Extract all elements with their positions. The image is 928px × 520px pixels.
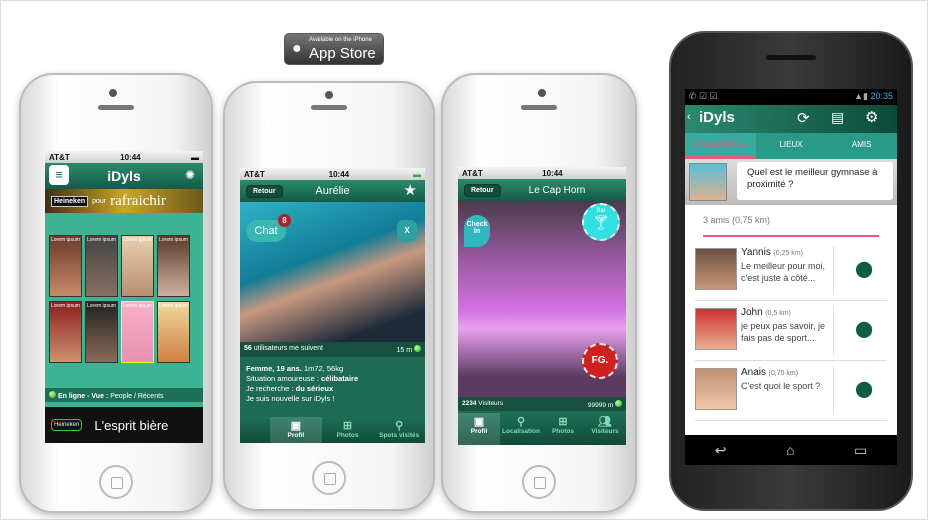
check-in-button[interactable]: Check In [464, 215, 490, 247]
battery-icon: ▬ [412, 169, 421, 179]
location-pin-icon[interactable]: ⬤ [855, 259, 873, 279]
people-icon: 👥︎ [598, 416, 612, 428]
list-item[interactable]: Anais (0,75 km) C'est quoi le sport ? ⬤ [695, 361, 887, 421]
spinner-icon: ✺ [184, 168, 195, 182]
profile-tile[interactable]: Lorem ipsum [85, 301, 118, 363]
question-avatar [689, 163, 727, 201]
badge-small-text: Available on the iPhone [309, 37, 372, 43]
app-store-badge[interactable]: ● Available on the iPhone App Store [284, 33, 384, 65]
screen-profile: AT&T 10:44 ▬ Retour Aurélie ★ Chat 8 X 56 … [240, 168, 425, 443]
home-button[interactable] [312, 461, 346, 495]
profile-tile[interactable]: Lorem ipsum [85, 235, 118, 297]
screen-venue: AT&T 10:44 Retour Le Cap Horn Check In Ba… [458, 167, 626, 445]
battery-icon: ▬ [190, 152, 199, 162]
home-button[interactable] [99, 465, 133, 499]
profile-tile[interactable]: Lorem ipsum [121, 235, 154, 297]
gear-icon[interactable]: ⚙ [865, 108, 878, 126]
profile-tile[interactable]: Lorem ipsum [121, 301, 154, 363]
tab-localisation[interactable]: ⚲ Localisation [500, 413, 542, 445]
status-icons: ✆ ☑ ☑ [689, 91, 718, 101]
banner-brand: Heineken [51, 195, 89, 207]
android-recents-icon[interactable]: ▭ [854, 442, 867, 459]
distance: 15 m [396, 347, 413, 354]
banner-word: rafraichir [110, 192, 166, 209]
menu-icon[interactable]: ≡ [49, 165, 69, 185]
grid-icon: ⊞ [558, 416, 568, 428]
tab-profil[interactable]: ▣ Profil [458, 413, 500, 445]
friends-count: 3 amis (0,75 km) [703, 215, 879, 237]
online-dot-icon [615, 400, 622, 407]
star-icon[interactable]: ★ [404, 181, 417, 199]
banner-pour: pour [92, 197, 107, 205]
tab-lieux[interactable]: LIEUX [756, 133, 827, 159]
id-card-icon: ▣ [290, 420, 302, 432]
tab-photos[interactable]: ⊞ Photos [542, 413, 584, 445]
grid-icon: ⊞ [342, 420, 353, 432]
screen-friends: ✆ ☑ ☑ ▲▮ 20:35 ‹ iDyls ⟳ ▤ ⚙ PERSONNES L… [685, 89, 897, 435]
tab-photos[interactable]: ⊞ Photos [322, 417, 374, 443]
online-dot-icon [414, 345, 421, 352]
question-bubble: Quel est le meilleur gymnase à proximité… [737, 162, 893, 200]
view-status: En ligne - Vue : People / Récents [45, 388, 203, 402]
heineken-banner[interactable]: Heineken pour rafraichir [45, 189, 203, 213]
location-pin-icon[interactable]: ⬤ [855, 379, 873, 399]
pin-icon: ⚲ [516, 416, 526, 428]
iphone-profile: AT&T 10:44 ▬ Retour Aurélie ★ Chat 8 X 56 … [223, 81, 435, 511]
clock: 10:44 [120, 152, 141, 162]
avatar [695, 368, 737, 410]
cocktail-icon: 🍸︎ [592, 214, 610, 230]
android-phone: ✆ ☑ ☑ ▲▮ 20:35 ‹ iDyls ⟳ ▤ ⚙ PERSONNES L… [669, 31, 913, 511]
home-button[interactable] [522, 465, 556, 499]
back-button[interactable]: Retour [246, 184, 283, 198]
screen-home: AT&T 10:44 ▬ ≡ iDyls ✺ Heineken pour rafra… [45, 151, 203, 443]
avatar [695, 248, 737, 290]
online-dot-icon [49, 391, 56, 398]
chat-badge: 8 [278, 214, 291, 227]
tab-profil[interactable]: ▣ Profil [270, 417, 322, 443]
tab-visiteurs[interactable]: 👥︎ Visiteurs [584, 413, 626, 445]
clock: 20:35 [870, 91, 893, 101]
carrier: AT&T [49, 152, 70, 162]
badge-big-text: App Store [309, 45, 376, 62]
tab-personnes[interactable]: PERSONNES [685, 133, 756, 159]
apple-icon: ● [292, 40, 302, 57]
back-icon[interactable]: ‹ [687, 111, 691, 123]
fg-badge: FG. [582, 343, 618, 379]
pin-icon: ⚲ [395, 420, 404, 432]
list-item[interactable]: Yannis (0,25 km) Le meilleur pour moi, c'… [695, 241, 887, 301]
profile-tile[interactable]: Lorem ipsum [157, 301, 190, 363]
tab-spots[interactable]: ⚲ Spots visités [373, 417, 425, 443]
bar-badge: Bar 🍸︎ [582, 203, 620, 241]
heineken-ad[interactable]: Heineken L'esprit bière [45, 407, 203, 443]
logo: iDyls [107, 168, 141, 184]
refresh-icon[interactable]: ⟳ [797, 109, 810, 127]
page-title: Aurélie [315, 185, 350, 197]
venue-photo: Check In Bar 🍸︎ FG. [458, 201, 626, 397]
page-title: Le Cap Horn [528, 184, 586, 196]
visitors-text: 2234 Visiteurs [462, 400, 504, 407]
logo: iDyls [699, 109, 735, 126]
tab-amis[interactable]: AMIS [826, 133, 897, 159]
back-button[interactable]: Retour [464, 183, 501, 197]
iphone-venue: AT&T 10:44 Retour Le Cap Horn Check In Ba… [441, 73, 637, 513]
id-card-icon: ▣ [473, 416, 485, 428]
profile-tile[interactable]: Lorem ipsum [49, 301, 82, 363]
distance: 99999 m [587, 402, 614, 409]
close-button[interactable]: X [397, 220, 417, 242]
avatar [695, 308, 737, 350]
list-item[interactable]: John (0,5 km) je peux pas savoir, je fais… [695, 301, 887, 361]
bio: Femme, 19 ans. 1m72, 56kg Situation amou… [246, 364, 359, 403]
signal-icon: ▲▮ [854, 91, 868, 101]
android-back-icon[interactable]: ↩ [715, 442, 727, 459]
location-pin-icon[interactable]: ⬤ [855, 319, 873, 339]
android-home-icon[interactable]: ⌂ [786, 442, 794, 458]
followers-text: 56 utilisateurs me suivent [244, 345, 324, 352]
profile-tile[interactable]: Lorem ipsum [157, 235, 190, 297]
message-icon[interactable]: ▤ [831, 109, 844, 126]
profile-photo: Chat 8 X [240, 202, 425, 342]
iphone-left: AT&T 10:44 ▬ ≡ iDyls ✺ Heineken pour rafra… [19, 73, 213, 513]
ad-brand: Heineken [51, 419, 83, 431]
profile-tile[interactable]: Lorem ipsum [49, 235, 82, 297]
ad-text: L'esprit bière [94, 417, 169, 433]
